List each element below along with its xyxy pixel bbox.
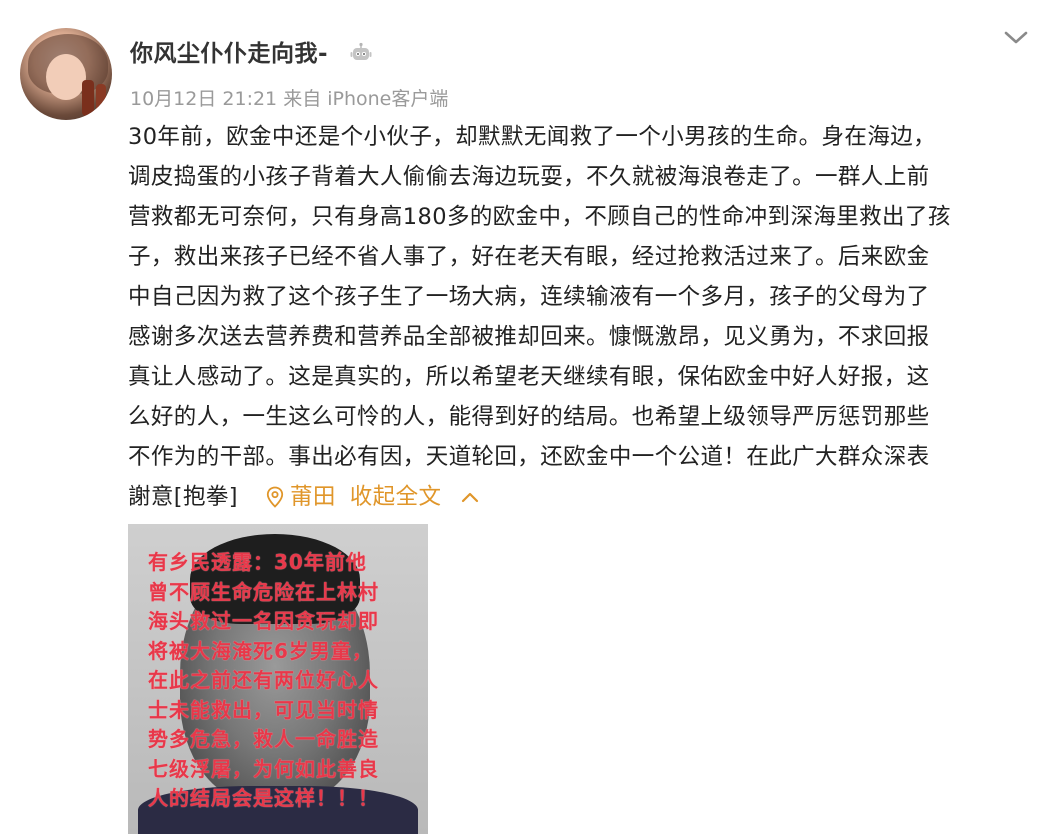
image-overlay-text: 有乡民透露：30年前他 曾不顾生命危险在上林村 海头救过一名因贪玩却即 将被大海… (148, 548, 418, 814)
overlay-line: 势多危急，救人一命胜造 (148, 727, 379, 751)
overlay-line: 士未能救出，可见当时情 (148, 697, 379, 722)
overlay-line: 曾不顾生命危险在上林村 (148, 579, 379, 604)
post-body-line: 营救都无可奈何，只有身高180多的欧金中，不顾自己的性命冲到深海里救出了孩 (128, 204, 951, 230)
overlay-line: 人的结局会是这样！！！ (148, 786, 379, 810)
overlay-line: 将被大海淹死6岁男童， (148, 638, 373, 663)
username[interactable]: 你风尘仆仆走向我- (130, 34, 328, 68)
post-body-line: 调皮捣蛋的小孩子背着大人偷偷去海边玩耍，不久就被海浪卷走了。一群人上前 (128, 164, 930, 190)
location-pin-icon (266, 486, 284, 508)
overlay-line: 有乡民透露：30年前他 (148, 550, 367, 574)
chevron-down-icon[interactable] (1002, 26, 1030, 48)
avatar[interactable] (20, 28, 112, 120)
post-body-ending: 謝意[抱拳] (128, 484, 238, 510)
avatar-face (46, 54, 86, 100)
robot-icon (350, 42, 372, 60)
location-link[interactable]: 莆田 (266, 477, 336, 517)
post-body-line: 么好的人，一生这么可怜的人，能得到好的结局。也希望上级领导严厉惩罚那些 (128, 404, 930, 430)
collapse-link[interactable]: 收起全文 (350, 477, 442, 517)
overlay-line: 海头救过一名因贪玩却即 (148, 609, 379, 633)
post-body-last-line: 謝意[抱拳] 莆田 收起全文 (128, 477, 1033, 517)
post-image[interactable]: 有乡民透露：30年前他 曾不顾生命危险在上林村 海头救过一名因贪玩却即 将被大海… (128, 524, 428, 834)
post-body: 30年前，欧金中还是个小伙子，却默默无闻救了一个小男孩的生命。身在海边， 调皮捣… (128, 117, 1033, 517)
post-body-line: 感谢多次送去营养费和营养品全部被推却回来。慷慨激昂，见义勇为，不求回报 (128, 324, 930, 350)
avatar-bottle (82, 80, 94, 116)
post-body-line: 30年前，欧金中还是个小伙子，却默默无闻救了一个小男孩的生命。身在海边， (128, 124, 937, 150)
chevron-up-icon[interactable] (461, 491, 479, 503)
avatar-bottle-2 (96, 84, 106, 116)
overlay-line: 七级浮屠，为何如此善良 (148, 756, 379, 781)
post-body-line: 不作为的干部。事出必有因，天道轮回，还欧金中一个公道！在此广大群众深表 (128, 444, 930, 470)
post-body-line: 中自己因为救了这个孩子生了一场大病，连续输液有一个多月，孩子的父母为了 (128, 284, 930, 310)
overlay-line: 在此之前还有两位好心人 (148, 668, 379, 692)
post-body-line: 真让人感动了。这是真实的，所以希望老天继续有眼，保佑欧金中好人好报，这 (128, 364, 930, 390)
post-body-line: 子，救出来孩子已经不省人事了，好在老天有眼，经过抢救活过来了。后来欧金 (128, 244, 930, 270)
location-label: 莆田 (289, 484, 336, 510)
post-meta: 10月12日 21:21 来自 iPhone客户端 (130, 88, 449, 110)
